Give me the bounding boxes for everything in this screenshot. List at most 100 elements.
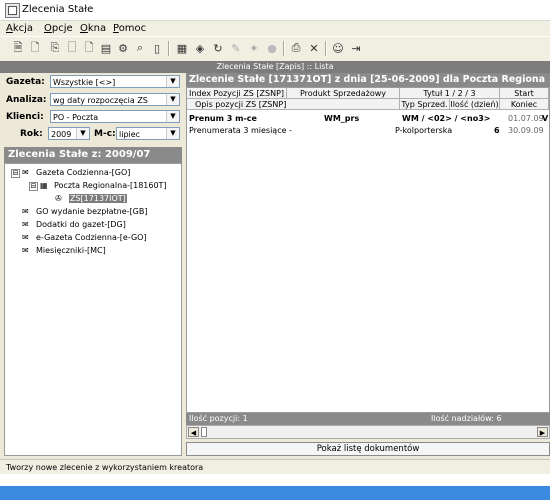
col-header-product[interactable]: Produkt Sprzedażowy bbox=[287, 88, 400, 99]
chevron-down-icon[interactable]: ▼ bbox=[166, 111, 179, 122]
cell-product: WM_prs bbox=[324, 114, 360, 123]
tree-expander[interactable]: ⊟ bbox=[29, 182, 38, 191]
positions-grid[interactable]: Index Pozycji ZS [ZSNP] Produkt Sprzedaż… bbox=[186, 87, 550, 413]
filter-panel: Gazeta: Wszystkie [<>] ▼ Analiza: wg dat… bbox=[4, 73, 182, 458]
menu-pomoc[interactable]: Pomoc bbox=[113, 23, 146, 34]
exit-icon[interactable]: ⇥ bbox=[349, 41, 363, 55]
scroll-thumb[interactable] bbox=[201, 427, 207, 437]
cell-desc: Prenumerata 3 miesiące - bbox=[189, 126, 292, 135]
edit-icon[interactable]: 🗋 bbox=[28, 41, 42, 55]
rok-label: Rok: bbox=[20, 129, 43, 139]
copy-icon[interactable]: ⎘ bbox=[48, 41, 62, 55]
show-documents-button[interactable]: Pokaż listę dokumentów bbox=[186, 442, 550, 456]
col-header-qty[interactable]: Ilość (dzień) bbox=[450, 99, 500, 110]
tree-expander[interactable]: ⊟ bbox=[11, 169, 20, 178]
rok-select[interactable]: 2009 ▼ bbox=[48, 127, 90, 140]
section-title: Zlecenia Stałe z: 2009/07 bbox=[4, 147, 182, 163]
analiza-select[interactable]: wg daty rozpoczęcia ZS ▼ bbox=[50, 93, 180, 106]
detail-panel: Zlecenie Stałe [171371OT] z dnia [25-06-… bbox=[186, 73, 550, 458]
cell-titles: WM / <02> / <no3> bbox=[402, 114, 491, 123]
tree-item-poczta-regionalna[interactable]: ▦ Poczta Regionalna-[18160T] bbox=[40, 180, 167, 191]
col-header-end[interactable]: Koniec bbox=[500, 99, 549, 110]
chevron-down-icon[interactable]: ▼ bbox=[166, 128, 179, 139]
tree-item-gazeta-codzienna[interactable]: ✉ Gazeta Codzienna-[GO] bbox=[22, 167, 130, 178]
settings-icon[interactable]: ⚙ bbox=[116, 41, 130, 55]
window-bottom bbox=[0, 474, 550, 486]
smiley-icon[interactable]: ☺ bbox=[331, 41, 345, 55]
mc-label: M-c: bbox=[94, 129, 116, 139]
app-window: Zlecenia Stałe Akcja Opcje Okna Pomoc 🗎 … bbox=[0, 0, 550, 500]
analiza-value: wg daty rozpoczęcia ZS bbox=[53, 96, 148, 105]
rok-row: Rok: 2009 ▼ M-c: lipiec ▼ bbox=[4, 127, 182, 142]
newspaper-icon: ✉ bbox=[22, 233, 29, 242]
building-icon: ▦ bbox=[40, 181, 48, 190]
grid-footer: Ilość pozycji: 1 Ilość nadziałów: 6 bbox=[186, 413, 550, 425]
tree-item-miesieczniki[interactable]: ✉ Miesięczniki-[MC] bbox=[22, 245, 106, 256]
col-header-start[interactable]: Start bbox=[500, 88, 549, 99]
window-title: Zlecenia Stałe bbox=[22, 4, 94, 15]
book-icon[interactable]: ▯ bbox=[150, 41, 164, 55]
cell-start: 01.07.09 bbox=[508, 114, 544, 123]
newspaper-icon: ✉ bbox=[22, 220, 29, 229]
toolbar: 🗎 🗋 ⎘ 🗌 🗋 ▤ ⚙ ⌕ ▯ ▦ ◈ ↻ ✎ ✦ ● ⎙ ✕ ☺ ⇥ bbox=[0, 36, 550, 62]
cell-type: P-kolporterska bbox=[395, 126, 453, 135]
klienci-select[interactable]: PO - Poczta ▼ bbox=[50, 110, 180, 123]
analiza-label: Analiza: bbox=[6, 95, 47, 105]
gazeta-select[interactable]: Wszystkie [<>] ▼ bbox=[50, 75, 180, 88]
col-header-type[interactable]: Typ Sprzed. bbox=[400, 99, 450, 110]
chevron-down-icon[interactable]: ▼ bbox=[166, 76, 179, 87]
tree-view[interactable]: ⊟ ✉ Gazeta Codzienna-[GO] ⊟ ▦ Poczta Regio… bbox=[4, 163, 182, 456]
page-icon[interactable]: 🗋 bbox=[82, 41, 96, 55]
newspaper-icon: ✉ bbox=[22, 168, 29, 177]
chevron-down-icon[interactable]: ▼ bbox=[166, 94, 179, 105]
tool-icon[interactable]: ✎ bbox=[229, 41, 243, 55]
rok-value: 2009 bbox=[51, 130, 72, 139]
col-header-titles[interactable]: Tytuł 1 / 2 / 3 bbox=[400, 88, 500, 99]
tree-item-dodatki[interactable]: ✉ Dodatki do gazet-[DG] bbox=[22, 219, 126, 230]
menu-okna[interactable]: Okna bbox=[80, 23, 106, 34]
record-icon[interactable]: ● bbox=[265, 41, 279, 55]
delete-icon[interactable]: ✕ bbox=[307, 41, 321, 55]
taskbar bbox=[0, 486, 550, 500]
horizontal-scrollbar[interactable]: ◀ ▶ bbox=[186, 425, 550, 439]
mc-select[interactable]: lipiec ▼ bbox=[116, 127, 180, 140]
menu-opcje[interactable]: Opcje bbox=[44, 23, 73, 34]
cell-index: Prenum 3 m-ce bbox=[189, 114, 257, 123]
menu-bar: Akcja Opcje Okna Pomoc bbox=[0, 21, 550, 36]
scroll-right-icon[interactable]: ▶ bbox=[537, 427, 548, 437]
col-header-desc[interactable]: Opis pozycji ZS [ZSNP] bbox=[187, 99, 400, 110]
report-icon[interactable]: ▤ bbox=[99, 41, 113, 55]
toolbar-separator bbox=[325, 41, 327, 56]
title-bar: Zlecenia Stałe bbox=[0, 0, 550, 21]
calculator-icon[interactable]: ▦ bbox=[175, 41, 189, 55]
klienci-label: Klienci: bbox=[6, 112, 44, 122]
gazeta-row: Gazeta: Wszystkie [<>] ▼ bbox=[4, 75, 182, 90]
document-icon[interactable]: 🗌 bbox=[65, 41, 79, 55]
tree-item-zs[interactable]: ✇ ZS[17137IOT] bbox=[55, 193, 127, 204]
gazeta-value: Wszystkie [<>] bbox=[53, 78, 116, 87]
klienci-value: PO - Poczta bbox=[53, 113, 99, 122]
process-icon[interactable]: ◈ bbox=[193, 41, 207, 55]
analiza-row: Analiza: wg daty rozpoczęcia ZS ▼ bbox=[4, 93, 182, 108]
cell-flag: V bbox=[542, 114, 549, 123]
klienci-row: Klienci: PO - Poczta ▼ bbox=[4, 110, 182, 125]
tree-item-e-gazeta[interactable]: ✉ e-Gazeta Codzienna-[e-GO] bbox=[22, 232, 147, 243]
scroll-left-icon[interactable]: ◀ bbox=[188, 427, 199, 437]
app-icon bbox=[5, 3, 20, 18]
printer-icon[interactable]: ⎙ bbox=[289, 41, 303, 55]
toolbar-separator bbox=[283, 41, 285, 56]
newspaper-icon: ✉ bbox=[22, 246, 29, 255]
magnifier-icon[interactable]: ⌕ bbox=[133, 41, 147, 55]
gazeta-label: Gazeta: bbox=[6, 77, 45, 87]
menu-akcja[interactable]: Akcja bbox=[6, 23, 33, 34]
order-title: Zlecenie Stałe [171371OT] z dnia [25-06-… bbox=[186, 73, 550, 87]
col-header-index[interactable]: Index Pozycji ZS [ZSNP] bbox=[187, 88, 287, 99]
wizard-icon[interactable]: ✦ bbox=[247, 41, 261, 55]
new-wizard-icon[interactable]: 🗎 bbox=[11, 41, 25, 55]
status-bar: Tworzy nowe zlecenie z wykorzystaniem kr… bbox=[0, 459, 550, 474]
refresh-icon[interactable]: ↻ bbox=[211, 41, 225, 55]
chevron-down-icon[interactable]: ▼ bbox=[76, 128, 89, 139]
senders-count: Ilość nadziałów: 6 bbox=[431, 414, 502, 423]
mc-value: lipiec bbox=[119, 130, 141, 139]
tree-item-go-bezplatne[interactable]: ✉ GO wydanie bezpłatne-[GB] bbox=[22, 206, 147, 217]
